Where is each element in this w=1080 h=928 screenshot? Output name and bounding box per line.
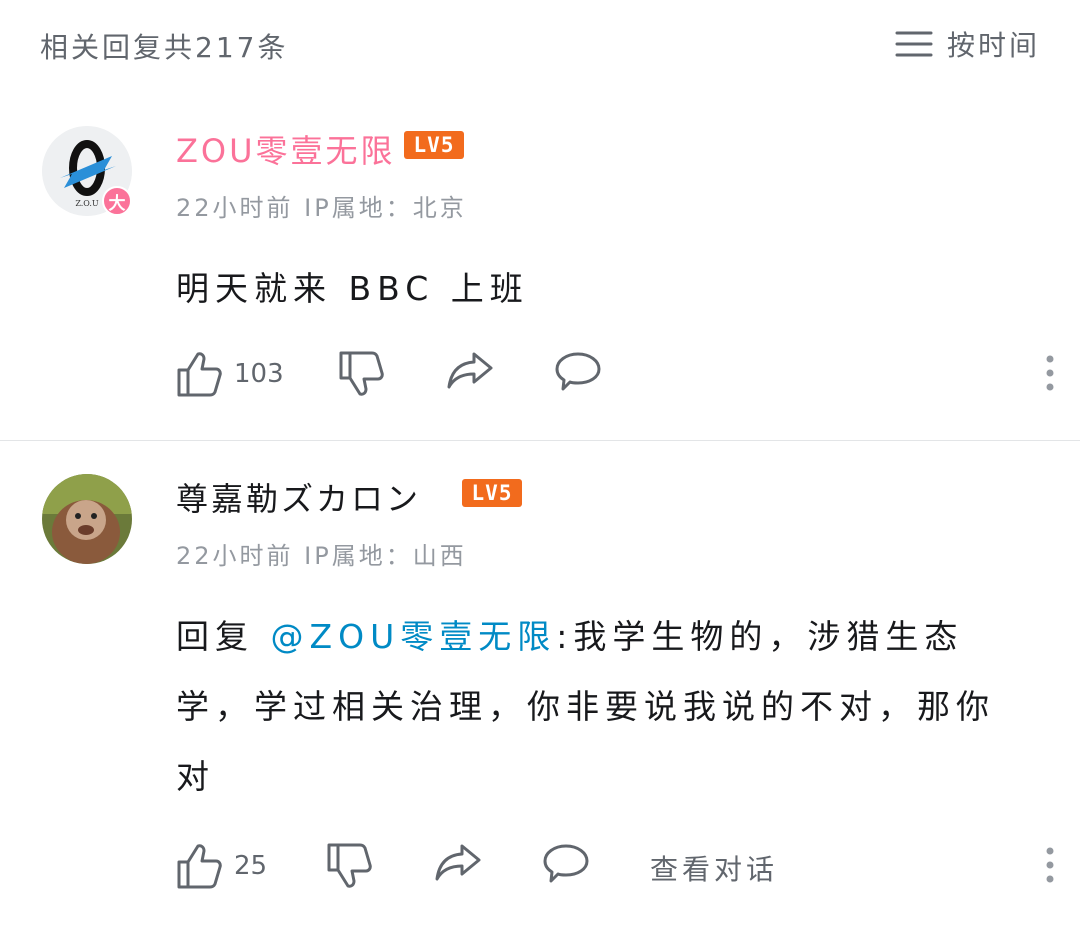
more-vertical-icon [1044, 355, 1056, 397]
view-conversation-link[interactable]: 查看对话 [650, 848, 778, 888]
comment-meta: 22小时前 IP属地：山西 [176, 542, 467, 570]
comment-actions: 25 查看对话 [176, 842, 1056, 892]
more-vertical-icon [1044, 847, 1056, 889]
dislike-button[interactable] [326, 842, 372, 890]
like-count: 103 [234, 359, 284, 389]
like-count: 25 [234, 851, 268, 881]
thumbs-down-icon [326, 842, 372, 890]
more-options-button[interactable] [1044, 845, 1056, 889]
username[interactable]: 尊嘉勒ズカロン [176, 474, 421, 520]
comment-meta: 22小时前 IP属地：北京 [176, 194, 467, 222]
level-badge: LV5 [462, 479, 522, 507]
replies-header: 相关回复共217条 按时间 [0, 0, 1080, 90]
sort-by-time-button[interactable]: 按时间 [895, 24, 1040, 64]
reply-button[interactable] [554, 350, 602, 394]
menu-lines-icon [895, 29, 933, 59]
thumbs-up-icon [176, 842, 222, 890]
comment-bubble-icon [542, 842, 590, 886]
comment-divider [0, 440, 1080, 441]
sort-label: 按时间 [946, 29, 1040, 62]
reply-count: 相关回复共217条 [40, 31, 289, 64]
more-options-button[interactable] [1044, 353, 1056, 397]
mention-link[interactable]: @ZOU零壹无限 [271, 617, 557, 656]
big-member-badge: 大 [102, 186, 132, 216]
level-badge: LV5 [404, 131, 464, 159]
share-button[interactable] [446, 350, 494, 390]
share-button[interactable] [434, 842, 482, 882]
reply-button[interactable] [542, 842, 590, 886]
reply-prefix: 回复 [176, 617, 271, 656]
username[interactable]: ZOU零壹无限 [176, 126, 396, 172]
avatar-logo-text: Z.O.U [75, 199, 99, 208]
comment-content: 回复 @ZOU零壹无限:我学生物的，涉猎生态学，学过相关治理，你非要说我说的不对… [176, 602, 1026, 812]
comment-actions: 103 [176, 350, 1056, 400]
comment-content: 明天就来 BBC 上班 [176, 269, 529, 308]
like-button[interactable]: 25 [176, 842, 267, 890]
share-arrow-icon [434, 842, 482, 882]
thumbs-up-icon [176, 350, 222, 398]
thumbs-down-icon [338, 350, 384, 398]
like-button[interactable]: 103 [176, 350, 284, 398]
dislike-button[interactable] [338, 350, 384, 398]
avatar[interactable] [42, 474, 132, 564]
comment-bubble-icon [554, 350, 602, 394]
share-arrow-icon [446, 350, 494, 390]
